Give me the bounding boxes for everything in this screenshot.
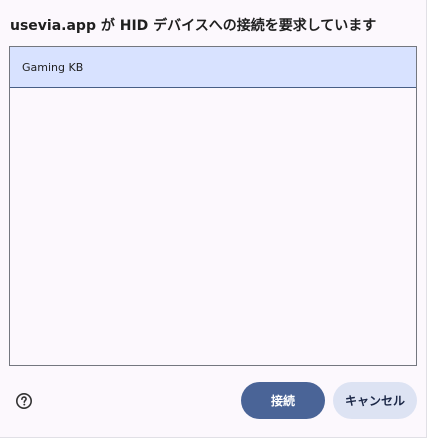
device-list-item[interactable]: Gaming KB <box>10 47 416 88</box>
device-list[interactable]: Gaming KB <box>9 46 417 366</box>
help-circle-icon-graphic <box>16 393 32 409</box>
hid-permission-dialog: usevia.app が HID デバイスへの接続を要求しています Gaming… <box>0 0 427 438</box>
connect-button[interactable]: 接続 <box>241 382 325 419</box>
help-circle-icon[interactable] <box>15 392 33 410</box>
device-name: Gaming KB <box>22 60 84 74</box>
dialog-title: usevia.app が HID デバイスへの接続を要求しています <box>10 18 377 34</box>
cancel-button[interactable]: キャンセル <box>333 382 417 419</box>
